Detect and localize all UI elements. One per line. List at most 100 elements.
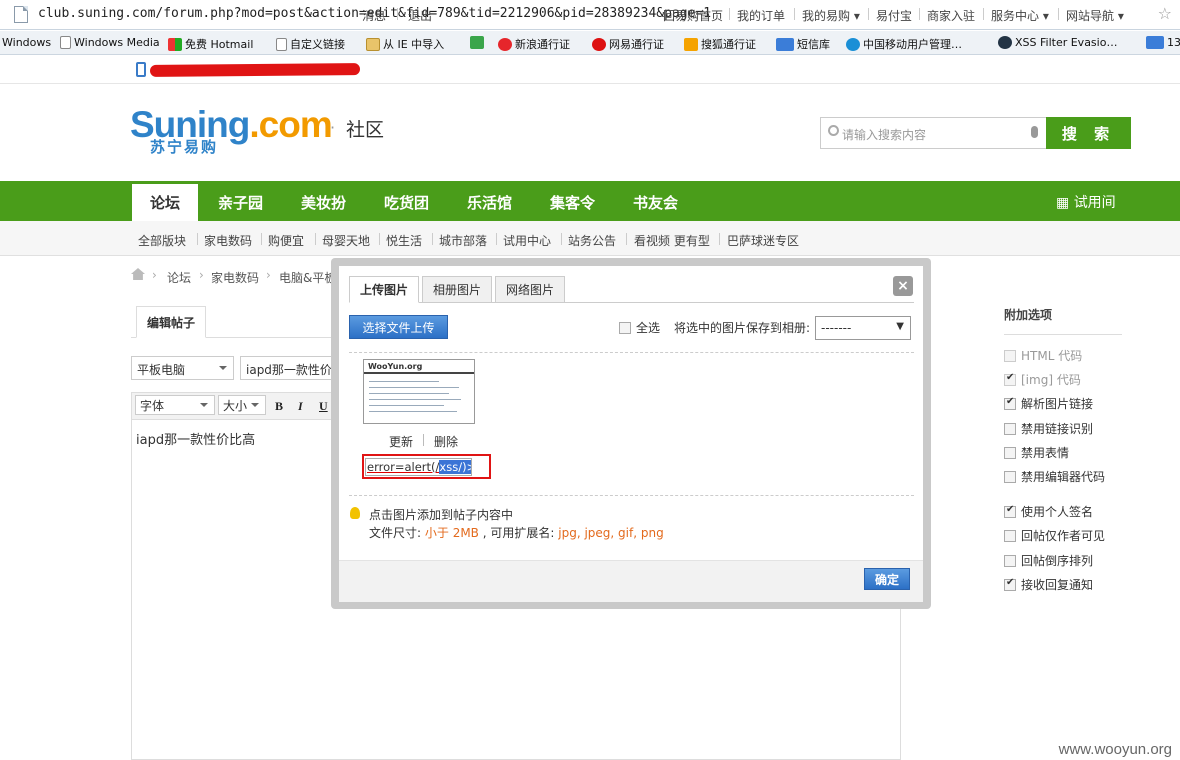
separator — [794, 8, 795, 20]
checkbox[interactable] — [1004, 446, 1016, 459]
folder-icon — [366, 37, 380, 51]
checkbox[interactable] — [1004, 349, 1016, 362]
nav-trial[interactable]: ▦ 试用间 — [1056, 192, 1116, 212]
bookmark-sms[interactable]: 短信库 — [776, 36, 830, 52]
bookmark-hotmail[interactable]: 免费 Hotmail — [168, 36, 253, 52]
image-description-input[interactable]: error=alert(/xss/)> — [365, 458, 472, 476]
checkbox[interactable] — [1004, 529, 1016, 542]
additional-options-title: 附加选项 — [1004, 308, 1053, 322]
nav-foodies[interactable]: 吃货团 — [384, 192, 429, 213]
album-select[interactable]: ------- ▼ — [815, 316, 911, 340]
nav-parenting[interactable]: 亲子园 — [218, 192, 263, 213]
option-reverse-order[interactable]: 回帖倒序排列 — [1004, 552, 1093, 569]
checkbox[interactable] — [1004, 504, 1016, 518]
option-reply-author-only[interactable]: 回帖仅作者可见 — [1004, 527, 1105, 544]
top-link-messages[interactable]: 消息 — [362, 7, 386, 24]
checkbox[interactable] — [1004, 372, 1016, 386]
option-img-code[interactable]: [img] 代码 — [1004, 371, 1081, 388]
option-disable-link-detect[interactable]: 禁用链接识别 — [1004, 420, 1093, 437]
top-link-logout[interactable]: 退出 — [408, 7, 432, 24]
subnav-bargains[interactable]: 购便宜 — [268, 232, 304, 249]
bookmark-sina[interactable]: 新浪通行证 — [498, 36, 570, 52]
top-link-my-suning[interactable]: 我的易购 ▾ — [802, 7, 860, 24]
editor-content: iapd那一款性价比高 — [136, 433, 256, 448]
checkbox[interactable] — [1004, 554, 1016, 567]
tab-album-image[interactable]: 相册图片 — [422, 276, 492, 303]
bookmark-import-ie[interactable]: 从 IE 中导入 — [366, 36, 444, 52]
home-icon[interactable] — [131, 268, 145, 280]
size-select[interactable]: 大小 — [218, 395, 266, 415]
top-link-orders[interactable]: 我的订单 — [737, 7, 785, 24]
bookmark-xss-filter[interactable]: XSS Filter Evasio… — [998, 36, 1117, 49]
update-link[interactable]: 更新 — [389, 433, 413, 450]
option-disable-smilies[interactable]: 禁用表情 — [1004, 444, 1069, 461]
nav-books[interactable]: 书友会 — [633, 192, 678, 213]
separator — [432, 233, 433, 245]
bookmark-custom-links[interactable]: 自定义链接 — [276, 36, 345, 52]
checkbox[interactable] — [619, 321, 631, 334]
microphone-icon[interactable] — [1031, 126, 1038, 138]
option-reply-notify[interactable]: 接收回复通知 — [1004, 576, 1093, 593]
hint-click-to-insert: 点击图片添加到帖子内容中 — [369, 508, 514, 522]
delete-link[interactable]: 删除 — [434, 433, 458, 450]
subnav-city[interactable]: 城市部落 — [439, 232, 487, 249]
breadcrumb-tablets[interactable]: 电脑&平板 — [279, 269, 335, 286]
subnav-barca[interactable]: 巴萨球迷专区 — [727, 232, 799, 249]
choose-file-button[interactable]: 选择文件上传 — [349, 315, 448, 339]
subnav-living[interactable]: 悦生活 — [386, 232, 422, 249]
checkbox[interactable] — [1004, 577, 1016, 591]
option-disable-editor-code[interactable]: 禁用编辑器代码 — [1004, 468, 1105, 485]
close-icon[interactable]: × — [893, 276, 913, 296]
thumbnail-line — [369, 387, 459, 388]
font-select[interactable]: 字体 — [135, 395, 215, 415]
subnav-trial-center[interactable]: 试用中心 — [503, 232, 551, 249]
underline-button[interactable]: U — [319, 399, 328, 414]
bookmark-139[interactable]: 13 — [1146, 36, 1180, 49]
tab-edit-post[interactable]: 编辑帖子 — [136, 306, 206, 338]
subnav-videos[interactable]: 看视频 更有型 — [634, 232, 710, 249]
bookmark-sohu[interactable]: 搜狐通行证 — [684, 36, 756, 52]
top-link-epay[interactable]: 易付宝 — [876, 7, 912, 24]
bookmark-windows[interactable]: Windows — [2, 36, 51, 49]
top-link-site-nav[interactable]: 网站导航 ▾ — [1066, 7, 1124, 24]
subnav-announcements[interactable]: 站务公告 — [568, 232, 616, 249]
top-link-home[interactable]: 回易购首页 — [663, 7, 723, 24]
checkbox[interactable] — [1004, 470, 1016, 483]
bookmark-china-mobile[interactable]: 中国移动用户管理… — [846, 36, 962, 52]
option-parse-img-links[interactable]: 解析图片链接 — [1004, 395, 1093, 412]
bookmark-windows-media[interactable]: Windows Media — [60, 36, 160, 49]
subnav-all-boards[interactable]: 全部版块 — [138, 232, 186, 249]
checkbox[interactable] — [1004, 396, 1016, 410]
bookmark-netease[interactable]: 网易通行证 — [592, 36, 664, 52]
top-link-service[interactable]: 服务中心 ▾ — [991, 7, 1049, 24]
redaction-mark — [149, 63, 361, 77]
bold-button[interactable]: B — [275, 399, 283, 414]
select-all[interactable]: 全选 — [619, 319, 660, 336]
tab-upload-image[interactable]: 上传图片 — [349, 276, 419, 303]
separator — [1058, 8, 1059, 20]
phone-icon[interactable] — [136, 62, 146, 77]
subnav-baby[interactable]: 母婴天地 — [322, 232, 370, 249]
breadcrumb-electronics[interactable]: 家电数码 — [211, 269, 259, 286]
confirm-button[interactable]: 确定 — [864, 568, 910, 590]
checkbox[interactable] — [1004, 422, 1016, 435]
top-link-merchant[interactable]: 商家入驻 — [927, 7, 975, 24]
category-select[interactable]: 平板电脑 — [131, 356, 234, 380]
option-use-signature[interactable]: 使用个人签名 — [1004, 503, 1093, 520]
tab-web-image[interactable]: 网络图片 — [495, 276, 565, 303]
italic-button[interactable]: I — [298, 399, 303, 414]
chevron-down-icon — [200, 403, 208, 411]
star-icon[interactable]: ☆ — [1158, 4, 1172, 23]
title-input[interactable]: iapd那一款性价比高 — [240, 356, 340, 380]
separator — [423, 434, 424, 446]
nav-lifestyle[interactable]: 乐活馆 — [467, 192, 512, 213]
139-icon — [1146, 36, 1164, 49]
search-button[interactable]: 搜 索 — [1046, 117, 1131, 149]
bookmark-hao123[interactable] — [470, 36, 484, 49]
nav-forum[interactable]: 论坛 — [150, 192, 180, 213]
subnav-electronics[interactable]: 家电数码 — [204, 232, 252, 249]
option-html-code[interactable]: HTML 代码 — [1004, 347, 1082, 364]
breadcrumb-forum[interactable]: 论坛 — [167, 269, 191, 286]
nav-beauty[interactable]: 美妆扮 — [301, 192, 346, 213]
nav-deals[interactable]: 集客令 — [550, 192, 595, 213]
